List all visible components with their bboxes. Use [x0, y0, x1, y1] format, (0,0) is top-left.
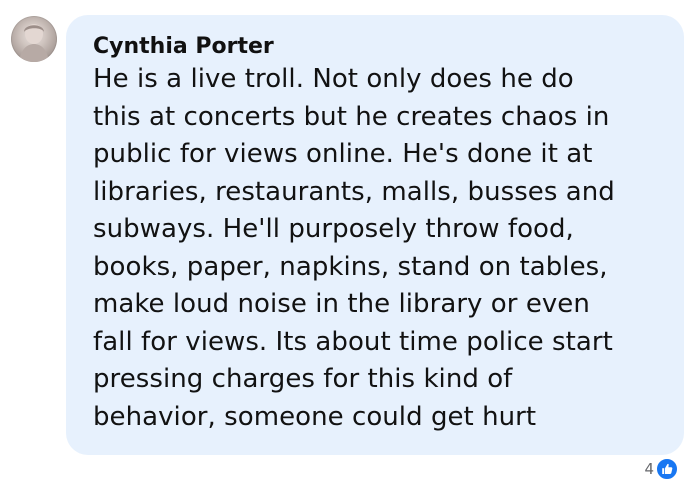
comment-line: fall for views. Its about time police st… [93, 326, 613, 357]
comment-line: libraries, restaurants, malls, busses an… [93, 176, 615, 207]
comment-line: this at concerts but he creates chaos in [93, 101, 610, 132]
comment-line: public for views online. He's done it at [93, 139, 593, 169]
comment-text: He is a live troll. Not only does he do … [93, 61, 664, 436]
comment-line: books, paper, napkins, stand on tables, [93, 251, 608, 282]
like-icon [656, 458, 678, 480]
avatar[interactable] [11, 16, 57, 62]
comment-author[interactable]: Cynthia Porter [93, 33, 664, 61]
comment-line: He is a live troll. Not only does he do [93, 64, 574, 94]
comment-line: make loud noise in the library or even [93, 289, 590, 319]
comment-bubble: Cynthia Porter He is a live troll. Not o… [66, 15, 684, 455]
comment-line: subways. He'll purposely throw food, [93, 214, 574, 244]
reaction-count: 4 [644, 460, 654, 478]
reaction-summary[interactable]: 4 [644, 457, 678, 481]
avatar-photo-icon [19, 24, 49, 62]
comment-line: pressing charges for this kind of [93, 364, 513, 394]
comment-line: behavior, someone could get hurt [93, 401, 537, 432]
